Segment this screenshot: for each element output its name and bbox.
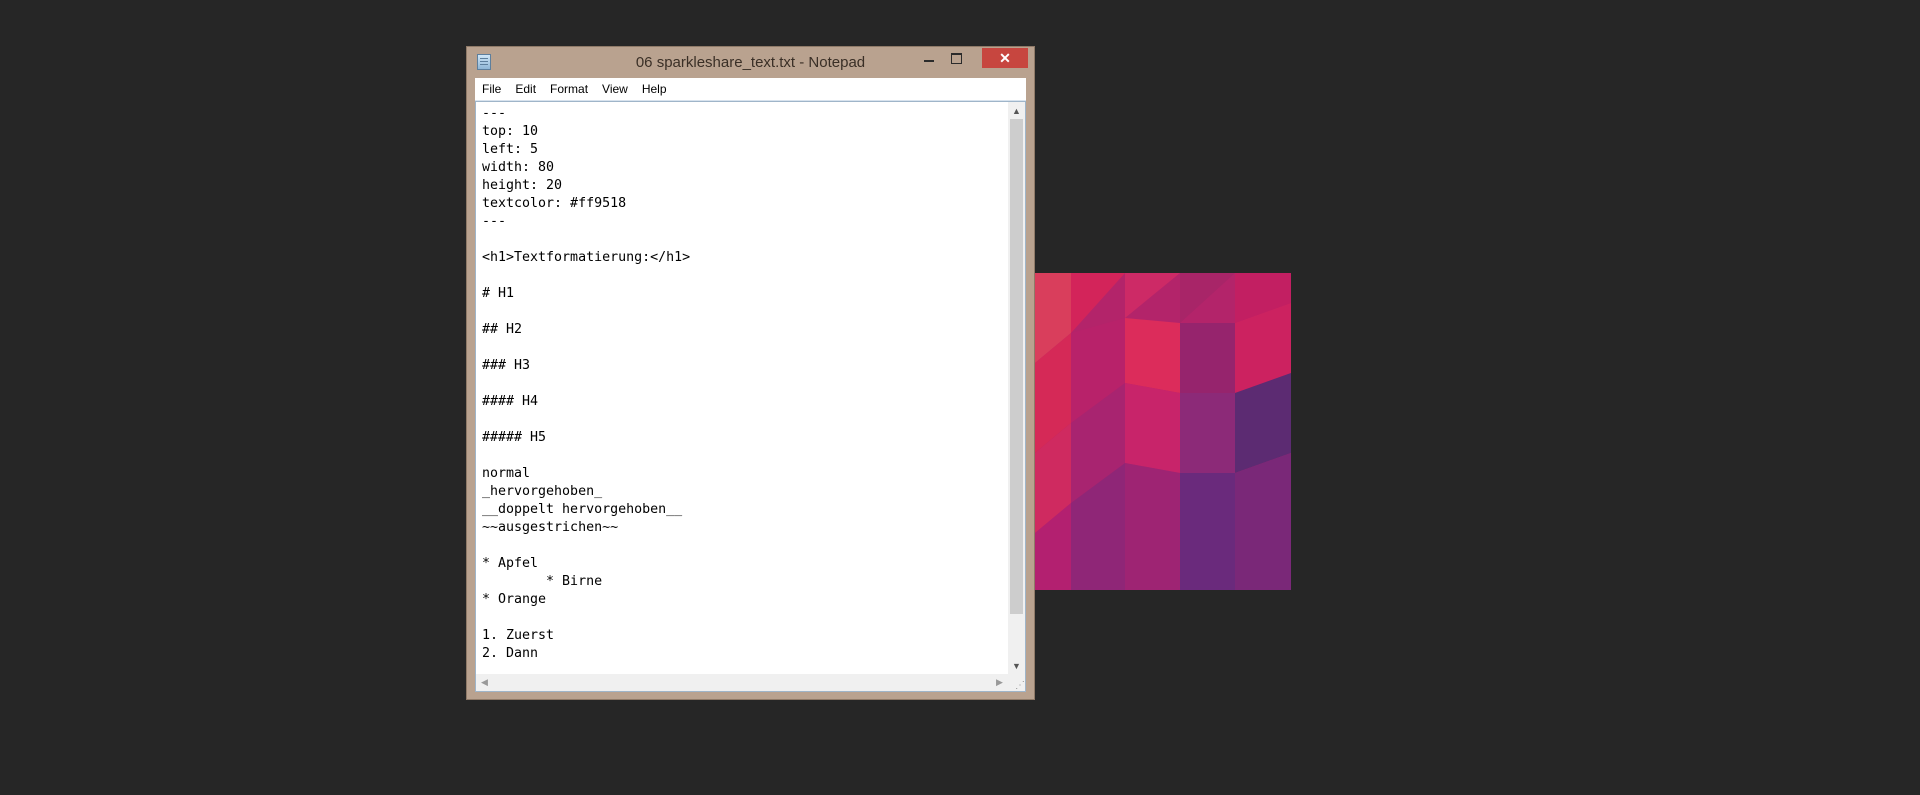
scroll-right-icon[interactable]: ▶ [991,674,1008,691]
close-button[interactable]: ✕ [982,48,1028,68]
editor-text[interactable]: --- top: 10 left: 5 width: 80 height: 20… [482,105,1005,671]
title-bar[interactable]: 06 sparkleshare_text.txt - Notepad ✕ [467,47,1034,79]
scroll-down-icon[interactable]: ▼ [1008,657,1025,674]
menu-file[interactable]: File [475,78,508,100]
scroll-left-icon[interactable]: ◀ [476,674,493,691]
desktop-wallpaper-image [1035,273,1291,590]
menu-help[interactable]: Help [635,78,674,100]
menu-format[interactable]: Format [543,78,595,100]
vertical-scrollbar[interactable]: ▲ ▼ [1008,102,1025,674]
maximize-button[interactable] [943,48,969,68]
maximize-icon [950,52,962,64]
horizontal-scrollbar[interactable]: ◀ ▶ [476,674,1008,691]
menu-bar: File Edit Format View Help [475,78,1026,101]
minimize-button[interactable] [916,48,942,68]
close-icon: ✕ [999,49,1011,66]
menu-view[interactable]: View [595,78,635,100]
vertical-scroll-thumb[interactable] [1010,119,1023,614]
menu-edit[interactable]: Edit [508,78,543,100]
minimize-icon [924,60,934,62]
resize-grip-icon[interactable]: ⋰ [1008,674,1025,691]
scroll-up-icon[interactable]: ▲ [1008,102,1025,119]
notepad-window: 06 sparkleshare_text.txt - Notepad ✕ Fil… [466,46,1035,700]
text-editor[interactable]: --- top: 10 left: 5 width: 80 height: 20… [475,101,1026,692]
